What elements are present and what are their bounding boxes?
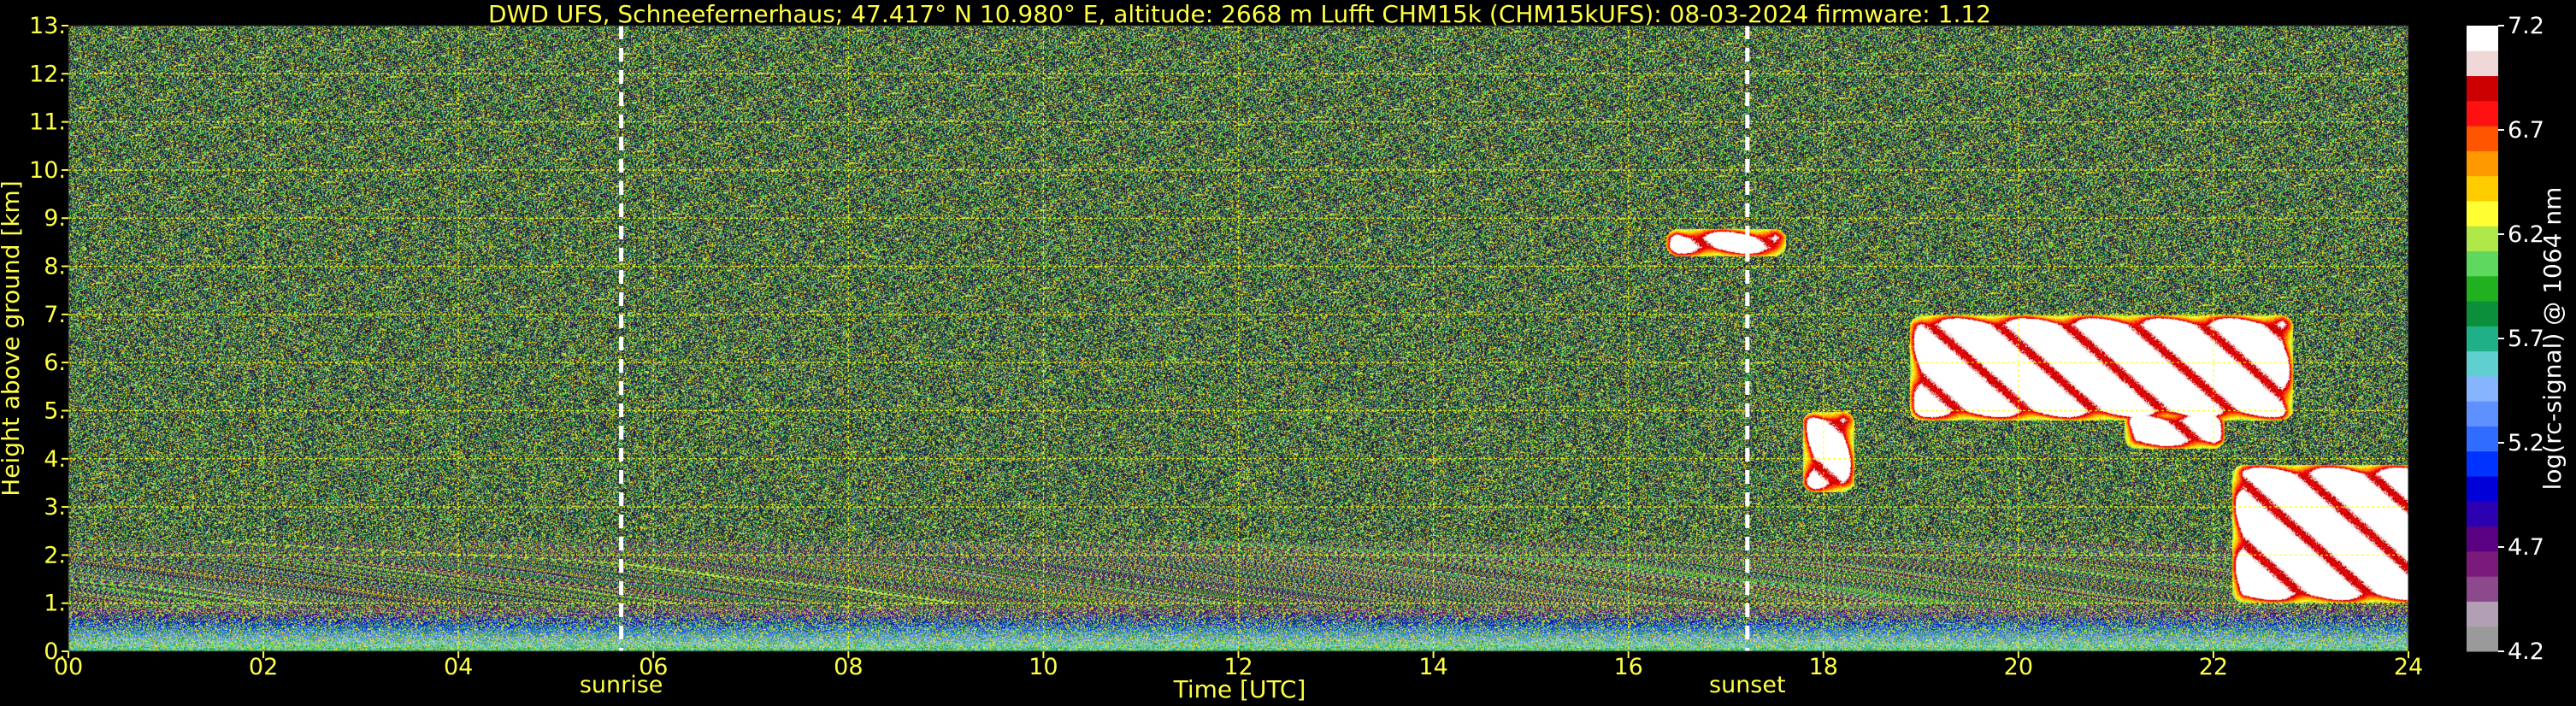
y-tick-label: 7. [44, 302, 66, 328]
y-tick-label: 11. [29, 109, 66, 136]
colorbar-block [2467, 250, 2498, 277]
colorbar-tick-label: 4.7 [2508, 534, 2544, 561]
y-axis-label: Height above ground [km] [0, 180, 25, 497]
colorbar-block [2467, 426, 2498, 452]
plot-area: sunrise sunset [68, 25, 2409, 698]
x-tick-label: 02 [249, 654, 278, 680]
x-tick-label: 18 [1809, 654, 1838, 680]
colorbar-tick-label: 7.2 [2508, 13, 2544, 39]
x-tick-label: 22 [2199, 654, 2228, 680]
y-tick-label: 4. [44, 446, 66, 473]
colorbar-block [2467, 50, 2498, 77]
y-tick-label: 5. [44, 397, 66, 424]
colorbar-block [2467, 375, 2498, 402]
colorbar-block [2467, 601, 2498, 627]
colorbar-tick-label: 4.2 [2508, 638, 2544, 665]
y-tick-label: 13. [29, 13, 66, 39]
x-tick-label: 14 [1418, 654, 1447, 680]
y-tick-label: 10. [29, 157, 66, 184]
colorbar-block [2467, 200, 2498, 227]
x-axis-label: Time [UTC] [1173, 675, 1306, 703]
colorbar-block [2467, 26, 2498, 51]
colorbar-block [2467, 100, 2498, 126]
colorbar-block [2467, 576, 2498, 602]
x-tick-label: 24 [2394, 654, 2423, 680]
colorbar-block [2467, 401, 2498, 427]
chart-title: DWD UFS, Schneefernerhaus; 47.417° N 10.… [488, 0, 1991, 28]
colorbar-block [2467, 501, 2498, 527]
x-tick-label: 20 [2004, 654, 2033, 680]
colorbar-block [2467, 550, 2498, 577]
colorbar-blocks [2467, 26, 2498, 652]
y-tick-label: 6. [44, 350, 66, 376]
colorbar-block [2467, 301, 2498, 327]
colorbar-tick-label: 6.7 [2508, 117, 2544, 144]
sunset-label: sunset [1709, 672, 1786, 698]
y-tick-label: 12. [29, 61, 66, 87]
y-tick-label: 3. [44, 494, 66, 521]
colorbar-block [2467, 175, 2498, 202]
colorbar-block [2467, 526, 2498, 552]
y-tick-label: 2. [44, 542, 66, 568]
colorbar-block [2467, 226, 2498, 252]
x-tick-label: 04 [444, 654, 473, 680]
colorbar-block [2467, 126, 2498, 151]
colorbar-block [2467, 476, 2498, 502]
y-tick-label: 9. [44, 205, 66, 232]
lidar-backscatter-chart: DWD UFS, Schneefernerhaus; 47.417° N 10.… [0, 0, 2576, 706]
colorbar-block [2467, 350, 2498, 377]
colorbar-block [2467, 150, 2498, 177]
colorbar-block [2467, 326, 2498, 352]
colorbar-block [2467, 275, 2498, 302]
y-tick-label: 8. [44, 254, 66, 280]
colorbar-block [2467, 626, 2498, 652]
colorbar-block [2467, 75, 2498, 102]
x-tick-label: 08 [834, 654, 863, 680]
colorbar-block [2467, 450, 2498, 477]
x-tick-label: 16 [1613, 654, 1642, 680]
x-tick-label: 06 [639, 654, 668, 680]
y-tick-label: 0. [44, 638, 66, 665]
x-tick-label: 10 [1029, 654, 1058, 680]
y-tick-label: 1. [44, 591, 66, 617]
colorbar-label: log(rc-signal) @ 1064 nm [2538, 187, 2567, 491]
